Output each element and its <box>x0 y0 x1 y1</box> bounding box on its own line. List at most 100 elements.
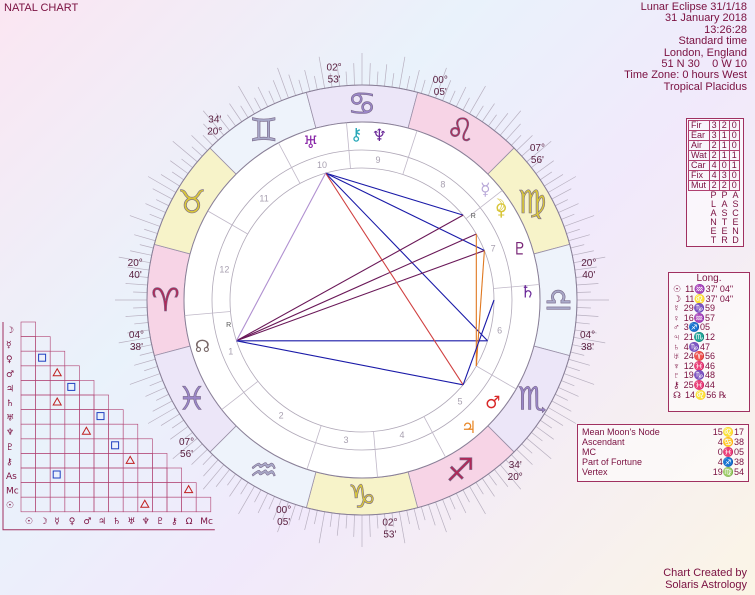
degree-tick <box>298 506 304 521</box>
element-cell: 2 <box>708 150 720 161</box>
point-value: 4♋38 <box>717 437 744 447</box>
element-cell: 0 <box>728 140 740 151</box>
degree-tick <box>254 489 262 503</box>
house-number: 12 <box>219 264 229 274</box>
degree-tick <box>576 283 599 286</box>
cusp-degree: 02° <box>382 517 397 528</box>
degree-tick <box>134 234 156 242</box>
point-row: Part of Fortune 4♐38 <box>578 457 748 467</box>
degree-tick <box>268 90 275 104</box>
degree-tick <box>171 419 184 429</box>
degree-tick <box>277 67 289 99</box>
element-letter: R <box>721 235 728 245</box>
degree-tick <box>227 473 236 486</box>
degree-tick <box>240 482 249 495</box>
degree-tick <box>139 244 154 249</box>
cusp-degree: 20° <box>581 258 596 269</box>
degree-tick <box>229 478 243 497</box>
element-cell: 0 <box>728 170 740 181</box>
degree-tick <box>575 322 590 325</box>
element-cell: 0 <box>728 120 740 131</box>
degree-tick <box>353 63 355 86</box>
cusp-minute: 40' <box>129 270 142 281</box>
element-row: Mut 2 2 0 <box>688 180 740 191</box>
degree-tick <box>558 203 579 213</box>
degree-tick <box>481 103 495 122</box>
degree-tick <box>455 493 467 514</box>
element-cell: 4 <box>708 170 720 181</box>
point-name: MC <box>582 447 596 457</box>
element-cell: 1 <box>718 130 730 141</box>
degree-tick <box>318 56 326 89</box>
element-cell: 1 <box>718 150 730 161</box>
degree-tick <box>398 56 406 89</box>
cusp-degree: 34' <box>509 460 522 471</box>
degree-tick <box>172 140 198 163</box>
credit: Chart Created by Solaris Astrology <box>663 567 747 591</box>
cusp-minute: 05' <box>277 517 290 528</box>
degree-tick <box>563 373 595 385</box>
element-row: Wat 2 1 1 <box>688 150 740 161</box>
sign-glyph-icon: ♊ <box>249 111 278 149</box>
degree-tick <box>384 64 388 87</box>
degree-tick <box>129 373 161 385</box>
point-value: 0♓05 <box>717 447 744 457</box>
degree-tick <box>499 110 522 136</box>
degree-tick <box>540 171 553 181</box>
degree-tick <box>551 188 572 200</box>
cusp-minute: 38' <box>130 342 143 353</box>
degree-tick <box>202 464 225 490</box>
degree-tick <box>469 85 486 114</box>
degree-tick <box>488 114 497 127</box>
degree-tick <box>455 86 467 107</box>
degree-tick <box>125 314 148 317</box>
element-cell: Fix <box>688 170 710 181</box>
element-table: Fir 3 2 0 Ear 3 1 0 Air 2 1 0 Wat 2 1 1 Car 4 0 1 Fix 4 3 0 Mut 2… <box>686 118 744 247</box>
degree-tick <box>449 496 456 510</box>
degree-tick <box>254 97 262 111</box>
cusp-minute: 53' <box>328 75 341 86</box>
planet-glyph-icon: ♄ <box>520 282 535 302</box>
house-number: 5 <box>457 396 462 406</box>
sign-glyph-icon: ♎ <box>544 281 573 319</box>
cusp-minute: 05' <box>434 87 447 98</box>
degree-tick <box>129 215 161 227</box>
degree-tick <box>540 419 553 429</box>
degree-tick <box>555 393 568 401</box>
house-number: 4 <box>400 430 405 440</box>
degree-tick <box>494 469 509 487</box>
degree-tick <box>227 114 236 127</box>
degree-tick <box>398 511 406 544</box>
credit-line-1: Chart Created by <box>663 567 747 579</box>
longitude-row: ☊ 14♌56 ℞ <box>669 390 749 401</box>
element-row: Car 4 0 1 <box>688 160 740 171</box>
sign-glyph-icon: ♐ <box>446 451 475 489</box>
sign-glyph-icon: ♏ <box>518 379 547 417</box>
element-cell: Ear <box>688 130 710 141</box>
element-cell: 0 <box>718 160 730 171</box>
sign-glyph-icon: ♍ <box>518 183 547 221</box>
degree-tick <box>568 234 590 242</box>
degree-tick <box>144 228 158 234</box>
degree-tick <box>170 160 189 174</box>
element-cell: Mut <box>688 180 710 191</box>
inner-circle <box>229 167 495 433</box>
degree-tick <box>535 426 554 440</box>
house-number: 1 <box>228 347 233 357</box>
planet-glyph-icon: ☽ <box>490 196 505 216</box>
planet-glyph-icon: ♂ <box>485 393 500 413</box>
degree-tick <box>558 387 579 397</box>
element-row: Air 2 1 0 <box>688 140 740 151</box>
degree-tick <box>462 489 470 503</box>
degree-tick <box>475 482 484 495</box>
point-value: 19♍54 <box>712 467 744 477</box>
points-table: Mean Moon's Node 15♌17 Ascendant 4♋38 MC 0♓05… <box>577 424 749 482</box>
element-row: Ear 3 1 0 <box>688 130 740 141</box>
degree-tick <box>376 514 379 529</box>
degree-tick <box>420 506 426 521</box>
element-cell: 1 <box>728 150 740 161</box>
planet-glyph-icon: ♃ <box>461 418 476 438</box>
cusp-degree: 04° <box>129 330 144 341</box>
element-cell: Air <box>688 140 710 151</box>
point-row: MC 0♓05 <box>578 447 748 457</box>
